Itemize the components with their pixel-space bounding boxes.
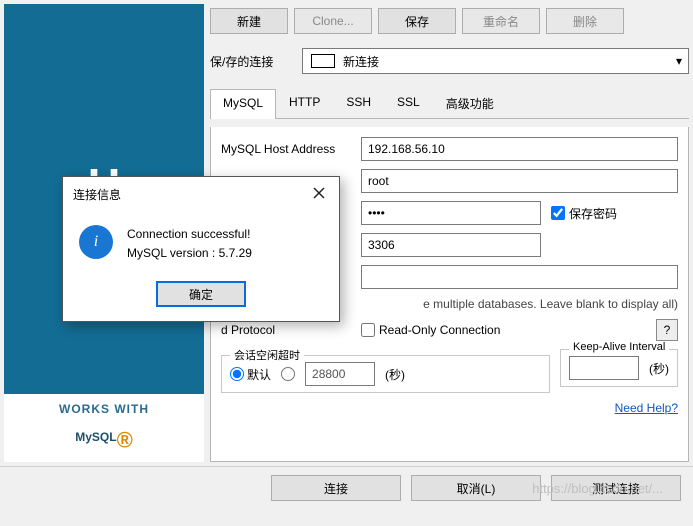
tab-advanced[interactable]: 高级功能 <box>433 88 507 118</box>
toolbar: 新建 Clone... 保存 重命名 删除 <box>210 4 689 38</box>
save-password-check[interactable] <box>551 206 565 220</box>
connect-button[interactable]: 连接 <box>271 475 401 501</box>
bottom-bar: 连接 取消(L) 测试连接 <box>0 466 693 509</box>
new-button[interactable]: 新建 <box>210 8 288 34</box>
keepalive-input[interactable] <box>569 356 639 380</box>
dialog-title: 连接信息 <box>73 186 311 203</box>
delete-button[interactable]: 删除 <box>546 8 624 34</box>
rename-button[interactable]: 重命名 <box>462 8 540 34</box>
readonly-check[interactable] <box>361 323 375 337</box>
save-password-checkbox[interactable]: 保存密码 <box>551 205 617 222</box>
tab-mysql[interactable]: MySQL <box>210 89 276 119</box>
port-input[interactable] <box>361 233 541 257</box>
ok-button[interactable]: 确定 <box>156 281 246 307</box>
tabs: MySQL HTTP SSH SSL 高级功能 <box>210 88 689 119</box>
connection-info-dialog: 连接信息 i Connection successful! MySQL vers… <box>62 176 340 322</box>
idle-unit: (秒) <box>385 366 405 383</box>
selected-connection-text: 新连接 <box>343 53 379 70</box>
save-button[interactable]: 保存 <box>378 8 456 34</box>
chevron-down-icon: ▾ <box>676 54 682 68</box>
dialog-message-2: MySQL version : 5.7.29 <box>127 244 252 263</box>
host-input[interactable] <box>361 137 678 161</box>
session-idle-legend: 会话空闲超时 <box>230 347 304 363</box>
connection-color-swatch <box>311 54 335 68</box>
default-radio[interactable]: 默认 <box>230 366 271 383</box>
keepalive-fieldset: Keep-Alive Interval (秒) <box>560 349 678 387</box>
custom-radio[interactable] <box>281 367 295 381</box>
tab-ssh[interactable]: SSH <box>333 88 384 118</box>
need-help-link[interactable]: Need Help? <box>615 401 678 415</box>
works-with-mysql-logo: WORKS WITH MySQL® <box>4 394 204 462</box>
mysql-text: MySQL® <box>8 416 200 454</box>
help-icon[interactable]: ? <box>656 319 678 341</box>
saved-connections-label: 保/存的连接 <box>210 53 292 70</box>
tab-http[interactable]: HTTP <box>276 88 333 118</box>
info-icon: i <box>79 225 113 259</box>
keepalive-unit: (秒) <box>649 360 669 377</box>
readonly-checkbox[interactable]: Read-Only Connection <box>361 323 500 337</box>
extra-input[interactable] <box>361 265 678 289</box>
tab-ssl[interactable]: SSL <box>384 88 433 118</box>
password-input[interactable] <box>361 201 541 225</box>
test-connection-button[interactable]: 测试连接 <box>551 475 681 501</box>
idle-seconds-input[interactable] <box>305 362 375 386</box>
user-input[interactable] <box>361 169 678 193</box>
readonly-label: Read-Only Connection <box>379 323 500 337</box>
dialog-message-1: Connection successful! <box>127 225 252 244</box>
close-icon[interactable] <box>311 185 329 203</box>
clone-button[interactable]: Clone... <box>294 8 372 34</box>
session-idle-fieldset: 会话空闲超时 默认 (秒) <box>221 355 550 393</box>
saved-connections-select[interactable]: 新连接 ▾ <box>302 48 689 74</box>
host-label: MySQL Host Address <box>221 142 351 156</box>
cancel-button[interactable]: 取消(L) <box>411 475 541 501</box>
keepalive-legend: Keep-Alive Interval <box>569 341 669 353</box>
protocol-label: d Protocol <box>221 323 351 337</box>
works-with-text: WORKS WITH <box>8 402 200 416</box>
save-password-label: 保存密码 <box>569 205 617 222</box>
